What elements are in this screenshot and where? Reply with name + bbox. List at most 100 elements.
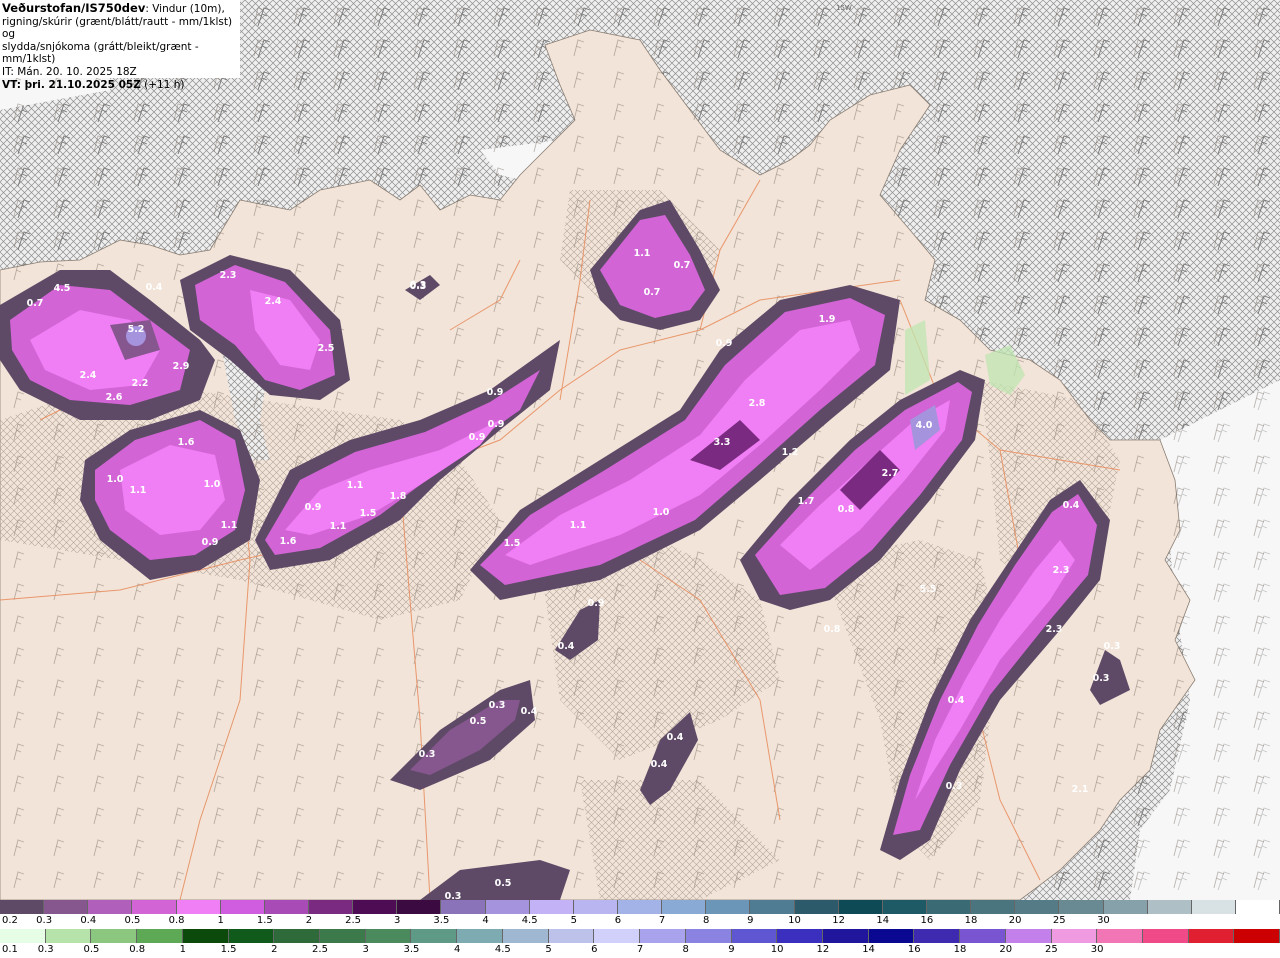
- rain-label: 14: [862, 944, 875, 955]
- snow-label: 9: [747, 915, 754, 926]
- direction-marker: 15W: [836, 4, 852, 12]
- rain-label: 0.3: [37, 944, 54, 955]
- rain-swatch: [548, 929, 595, 943]
- precip-value-label: 0.9: [487, 387, 504, 398]
- rain-swatch: [1051, 929, 1098, 943]
- snow-label: 0.4: [80, 915, 97, 926]
- rain-swatch: [960, 929, 1006, 943]
- precip-value-label: 1.5: [360, 508, 377, 519]
- snow-label: 0.2: [2, 915, 18, 926]
- snow-label: 2.5: [345, 915, 362, 926]
- rain-swatch: [685, 929, 732, 943]
- snow-swatch: [308, 900, 354, 914]
- rain-label: 0.1: [2, 944, 18, 955]
- snow-swatch: [617, 900, 663, 914]
- precip-value-label: 2.5: [318, 343, 335, 354]
- snow-swatch: [794, 900, 839, 914]
- precip-value-label: 0.3: [419, 749, 436, 760]
- rain-swatch: [822, 929, 869, 943]
- lead-time: (+11 h): [144, 78, 185, 91]
- snow-label: 0.8: [168, 915, 185, 926]
- snow-label: 20: [1008, 915, 1022, 926]
- rain-legend-labels: 0.1 0.3 0.5 0.8 1 1.5 2 2.5 3 3.5 4 4.5 5 6 7 8 9 10 12 14 1…: [0, 944, 1280, 956]
- rain-swatch: [45, 929, 92, 943]
- snow-label: 2: [305, 915, 313, 926]
- precip-value-label: 2.9: [173, 361, 190, 372]
- rain-label: 3.5: [403, 944, 420, 955]
- rain-swatch: [1234, 929, 1280, 943]
- precip-value-label: 1.5: [504, 538, 521, 549]
- snow-label: 12: [832, 915, 845, 926]
- snow-swatch: [882, 900, 927, 914]
- description-line-2: rigning/skúrir (grænt/blátt/rautt - mm/1…: [2, 15, 233, 41]
- precip-value-label: 0.3: [489, 700, 506, 711]
- snow-swatch: [220, 900, 265, 914]
- snow-label: 0.3: [36, 915, 53, 926]
- snow-swatch: [971, 900, 1016, 914]
- rain-label: 2: [271, 944, 278, 955]
- snow-label: 16: [920, 915, 934, 926]
- precip-value-label: 4.5: [54, 283, 71, 294]
- snow-label: 1.5: [256, 915, 273, 926]
- snow-swatch: [838, 900, 883, 914]
- precip-value-label: 0.4: [558, 641, 575, 652]
- snow-label: 25: [1052, 915, 1066, 926]
- rain-swatch: [320, 929, 366, 943]
- snow-swatch: [264, 900, 309, 914]
- snow-swatch: [441, 900, 486, 914]
- rain-swatch: [1188, 929, 1235, 943]
- snow-swatch: [0, 900, 45, 914]
- precip-value-label: 2.3: [1046, 624, 1063, 635]
- snow-swatch: [1147, 900, 1192, 914]
- precip-value-label: 0.7: [27, 298, 44, 309]
- precip-value-label: 2.3: [1053, 565, 1070, 576]
- precip-value-label: 2.1: [1072, 784, 1089, 795]
- snow-label: 0.5: [124, 915, 141, 926]
- snow-label: 8: [703, 915, 710, 926]
- precip-value-label: 1.7: [798, 496, 815, 507]
- rain-swatch: [502, 929, 549, 943]
- precip-value-label: 0.5: [470, 716, 487, 727]
- precip-value-label: 2.3: [220, 270, 237, 281]
- rain-label: 2.5: [312, 944, 328, 955]
- snow-label: 5: [570, 915, 577, 926]
- snow-swatch: [1103, 900, 1148, 914]
- rain-label: 0.5: [83, 944, 100, 955]
- precip-value-label: 0.4: [651, 759, 668, 770]
- precip-value-label: 2.6: [106, 392, 123, 403]
- rain-label: 20: [999, 944, 1013, 955]
- precip-value-label: 2.4: [80, 370, 97, 381]
- precip-value-label: 0.9: [716, 338, 733, 349]
- precip-value-label: 1.1: [221, 520, 238, 531]
- precip-value-label: 2.7: [882, 468, 899, 479]
- snow-label: 30: [1097, 915, 1110, 926]
- rain-label: 0.8: [129, 944, 146, 955]
- snow-label: 14: [876, 915, 890, 926]
- snow-swatch: [573, 900, 618, 914]
- snow-label: 4: [482, 915, 489, 926]
- rain-label: 1.5: [220, 944, 237, 955]
- precip-value-label: 2.8: [749, 398, 766, 409]
- rain-label: 8: [682, 944, 689, 955]
- precip-value-label: 5.2: [128, 324, 145, 335]
- precip-value-label: 0.3: [946, 781, 963, 792]
- rain-swatch: [594, 929, 641, 943]
- snow-swatch: [88, 900, 133, 914]
- rain-label: 1: [179, 944, 187, 955]
- snow-label: 4.5: [521, 915, 538, 926]
- precip-value-label: 0.7: [674, 260, 691, 271]
- precip-value-label: 1.6: [280, 536, 297, 547]
- org-name: Veðurstofan/IS750dev: [2, 1, 146, 15]
- rain-label: 5: [545, 944, 552, 955]
- rain-label: 10: [770, 944, 784, 955]
- precip-value-label: 0.7: [644, 287, 661, 298]
- rain-swatch: [228, 929, 275, 943]
- rain-label: 16: [907, 944, 921, 955]
- valid-time: VT: þri. 21.10.2025 05Z: [2, 78, 141, 91]
- precip-value-label: 0.3: [1104, 641, 1121, 652]
- rain-swatch: [914, 929, 961, 943]
- snow-label: 3.5: [433, 915, 450, 926]
- description-line-3: slydda/snjókoma (grátt/bleikt/grænt - mm…: [2, 40, 199, 66]
- precip-value-label: 0.9: [469, 432, 486, 443]
- snow-swatch: [132, 900, 177, 914]
